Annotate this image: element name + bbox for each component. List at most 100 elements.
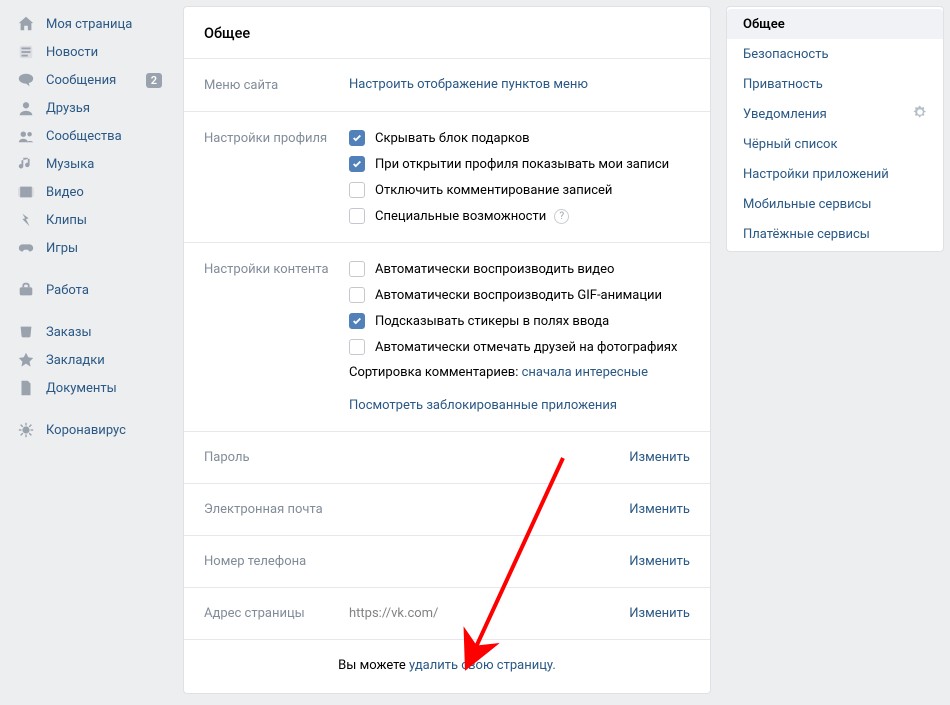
help-icon[interactable]: ? (554, 209, 569, 224)
settings-tab[interactable]: Безопасность (727, 39, 943, 69)
comment-sort-link[interactable]: сначала интересные (522, 365, 648, 380)
tab-label: Мобильные сервисы (743, 197, 871, 212)
nav-item-video[interactable]: Видео (10, 178, 168, 206)
settings-tab[interactable]: Чёрный список (727, 129, 943, 159)
delete-page-row: Вы можете удалить свою страницу. (184, 640, 710, 693)
checkbox-row: Подсказывать стикеры в полях ввода (349, 313, 690, 329)
nav-item-virus[interactable]: Коронавирус (10, 416, 168, 444)
game-icon (16, 238, 36, 258)
nav-item-group[interactable]: Сообщества (10, 122, 168, 150)
checkbox-row: Скрывать блок подарков (349, 130, 690, 146)
nav-label: Сообщения (46, 73, 146, 88)
checkbox-row: Отключить комментирование записей (349, 182, 690, 198)
nav-item-news[interactable]: Новости (10, 38, 168, 66)
checkbox[interactable] (349, 182, 365, 198)
nav-label: Друзья (46, 101, 162, 116)
checkbox-label[interactable]: Подсказывать стикеры в полях ввода (375, 314, 609, 329)
change-link[interactable]: Изменить (629, 450, 690, 465)
settings-tab[interactable]: Платёжные сервисы (727, 219, 943, 249)
nav-item-user[interactable]: Друзья (10, 94, 168, 122)
checkbox[interactable] (349, 339, 365, 355)
home-icon (16, 14, 36, 34)
nav-label: Музыка (46, 157, 162, 172)
nav-item-music[interactable]: Музыка (10, 150, 168, 178)
tab-label: Настройки приложений (743, 167, 889, 182)
checkbox-row: Автоматически воспроизводить видео (349, 261, 690, 277)
settings-main-panel: Общее Меню сайта Настроить отображение п… (183, 6, 711, 694)
change-link[interactable]: Изменить (629, 502, 690, 517)
checkbox[interactable] (349, 287, 365, 303)
checkbox-label[interactable]: Автоматически воспроизводить видео (375, 262, 614, 277)
tab-label: Чёрный список (743, 137, 837, 152)
nav-label: Заказы (46, 325, 162, 340)
checkbox-row: При открытии профиля показывать мои запи… (349, 156, 690, 172)
work-icon (16, 280, 36, 300)
nav-label: Клипы (46, 213, 162, 228)
blocked-apps-link[interactable]: Посмотреть заблокированные приложения (349, 398, 617, 413)
delete-page-link[interactable]: удалить свою страницу. (409, 658, 556, 673)
tab-label: Уведомления (743, 107, 827, 122)
checkbox-label[interactable]: Специальные возможности (375, 209, 546, 224)
settings-row: Пароль Изменить (184, 432, 710, 484)
section-site-menu: Меню сайта Настроить отображение пунктов… (184, 59, 710, 112)
clips-icon (16, 210, 36, 230)
comment-sort-label: Сортировка комментариев: (349, 365, 522, 380)
checkbox[interactable] (349, 208, 365, 224)
settings-tab[interactable]: Приватность (727, 69, 943, 99)
news-icon (16, 42, 36, 62)
section-content-settings: Настройки контента Автоматически воспрои… (184, 243, 710, 432)
tab-label: Платёжные сервисы (743, 227, 870, 242)
nav-item-orders[interactable]: Заказы (10, 318, 168, 346)
settings-tab[interactable]: Мобильные сервисы (727, 189, 943, 219)
section-label: Настройки профиля (204, 130, 349, 224)
settings-tab[interactable]: Общее (727, 9, 943, 39)
checkbox[interactable] (349, 261, 365, 277)
configure-menu-link[interactable]: Настроить отображение пунктов меню (349, 77, 588, 92)
checkbox-row: Автоматически отмечать друзей на фотогра… (349, 339, 690, 355)
footer-prefix: Вы можете (338, 658, 409, 673)
row-label: Адрес страницы (204, 606, 349, 621)
nav-item-star[interactable]: Закладки (10, 346, 168, 374)
star-icon (16, 350, 36, 370)
section-profile-settings: Настройки профиля Скрывать блок подарков… (184, 112, 710, 243)
tab-label: Общее (743, 17, 785, 32)
checkbox[interactable] (349, 313, 365, 329)
checkbox-row: Специальные возможности? (349, 208, 690, 224)
msg-icon (16, 70, 36, 90)
checkbox-label[interactable]: Отключить комментирование записей (375, 183, 612, 198)
nav-item-game[interactable]: Игры (10, 234, 168, 262)
video-icon (16, 182, 36, 202)
nav-label: Игры (46, 241, 162, 256)
checkbox-row: Автоматически воспроизводить GIF-анимаци… (349, 287, 690, 303)
change-link[interactable]: Изменить (629, 606, 690, 621)
doc-icon (16, 378, 36, 398)
nav-label: Коронавирус (46, 423, 162, 438)
nav-label: Работа (46, 283, 162, 298)
checkbox-label[interactable]: Автоматически отмечать друзей на фотогра… (375, 340, 677, 355)
settings-tab[interactable]: Уведомления (727, 99, 943, 129)
comment-sort-row: Сортировка комментариев: сначала интерес… (349, 365, 690, 380)
checkbox[interactable] (349, 156, 365, 172)
nav-item-work[interactable]: Работа (10, 276, 168, 304)
virus-icon (16, 420, 36, 440)
nav-item-clips[interactable]: Клипы (10, 206, 168, 234)
checkbox[interactable] (349, 130, 365, 146)
gear-icon[interactable] (913, 105, 927, 123)
nav-item-msg[interactable]: Сообщения2 (10, 66, 168, 94)
settings-row: Номер телефонаИзменить (184, 536, 710, 588)
page-title: Общее (184, 7, 710, 59)
nav-item-doc[interactable]: Документы (10, 374, 168, 402)
row-label: Пароль (204, 450, 349, 465)
checkbox-label[interactable]: При открытии профиля показывать мои запи… (375, 157, 669, 172)
settings-tab[interactable]: Настройки приложений (727, 159, 943, 189)
checkbox-label[interactable]: Скрывать блок подарков (375, 131, 530, 146)
nav-item-home[interactable]: Моя страница (10, 10, 168, 38)
tab-label: Безопасность (743, 47, 829, 62)
checkbox-label[interactable]: Автоматически воспроизводить GIF-анимаци… (375, 288, 662, 303)
nav-label: Моя страница (46, 17, 162, 32)
nav-label: Документы (46, 381, 162, 396)
nav-label: Новости (46, 45, 162, 60)
nav-label: Видео (46, 185, 162, 200)
settings-row: Электронная почтаИзменить (184, 484, 710, 536)
change-link[interactable]: Изменить (629, 554, 690, 569)
